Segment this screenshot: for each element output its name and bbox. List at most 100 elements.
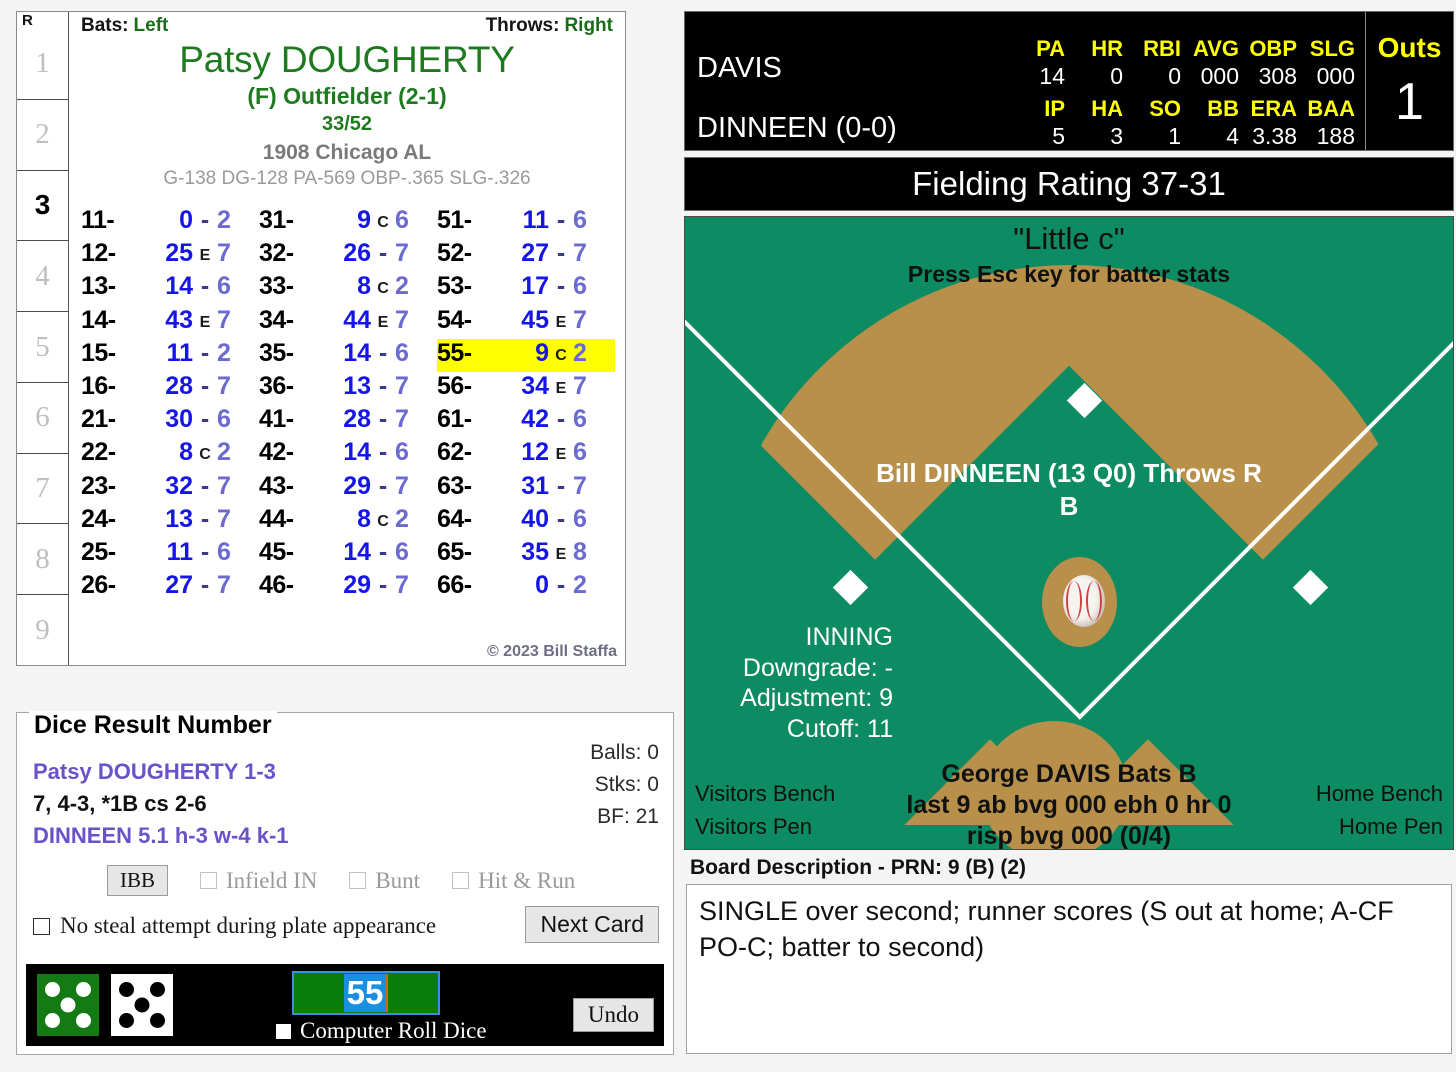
hit-and-run-label: Hit & Run <box>478 867 576 893</box>
green-die[interactable] <box>37 974 99 1036</box>
computer-roll-checkbox[interactable] <box>276 1023 291 1039</box>
roll-value-input[interactable]: 55 <box>292 971 440 1015</box>
visitors-bench-link[interactable]: Visitors Bench <box>695 777 835 810</box>
no-steal-checkbox[interactable] <box>33 917 50 935</box>
dice-result-flag: E <box>377 313 389 331</box>
cutoff-value: Cutoff: 11 <box>786 714 893 743</box>
dice-result-flag: C <box>377 280 389 298</box>
inning-cell-9[interactable]: 9 <box>17 595 68 665</box>
dice-result-number: 13 <box>165 504 193 533</box>
dice-result-fielder: 7 <box>395 371 409 400</box>
batter-stat-col: HR 0 <box>1069 36 1127 90</box>
computer-roll-checkbox-wrap[interactable]: Computer Roll Dice <box>276 1018 487 1044</box>
dice-result-flag: - <box>200 338 210 367</box>
die-pip <box>119 1013 134 1028</box>
inning-cell-7[interactable]: 7 <box>17 454 68 525</box>
inning-cell-3[interactable]: 3 <box>17 171 68 242</box>
dice-result-flag: - <box>200 571 210 600</box>
batter-stat-value: 000 <box>1200 63 1239 89</box>
inning-cell-4[interactable]: 4 <box>17 241 68 313</box>
dice-result-flag: - <box>378 239 388 268</box>
batter-stat-col: PA 14 <box>1011 36 1069 90</box>
next-card-button[interactable]: Next Card <box>525 906 659 943</box>
dice-result-number: 29 <box>343 571 371 600</box>
outs-panel: Outs 1 <box>1365 12 1453 150</box>
dice-roll-key: 43- <box>259 471 294 500</box>
batter-stat-header: AVG <box>1192 36 1239 61</box>
dice-result-number: 14 <box>343 537 371 566</box>
bats-group: Bats: Left <box>81 15 168 37</box>
dice-result-number: 29 <box>343 471 371 500</box>
bats-label: Bats: <box>81 15 129 36</box>
dice-result-flag: E <box>199 313 211 331</box>
throws-label: Throws: <box>485 15 560 36</box>
dice-result-fielder: 7 <box>395 305 409 334</box>
dice-result-flag: - <box>378 471 388 500</box>
die-pip <box>150 982 165 997</box>
baseball-field-diagram[interactable]: "Little c" Press Esc key for batter stat… <box>684 216 1454 850</box>
dice-result-fielder: 2 <box>395 504 409 533</box>
dice-roll-key: 14- <box>81 305 116 334</box>
dice-result-row: 16- 28-7 <box>81 372 259 405</box>
infield-in-checkbox[interactable] <box>200 872 218 889</box>
dice-roll-key: 64- <box>437 504 472 533</box>
dice-result-legend: Dice Result Number <box>29 711 277 740</box>
inning-cell-5[interactable]: 5 <box>17 312 68 383</box>
dice-result-number: 13 <box>343 371 371 400</box>
dice-roll-key: 46- <box>259 571 294 600</box>
no-steal-checkbox-wrap[interactable]: No steal attempt during plate appearance <box>33 913 436 939</box>
pitcher-stat-header: ERA <box>1250 96 1297 121</box>
home-pen-link[interactable]: Home Pen <box>1316 810 1443 843</box>
dice-result-row: 55- 9 C 2 <box>437 338 615 372</box>
player-card-panel: R 1 2 3 4 5 6 7 8 9 Bats: Left Throws: Rig… <box>16 11 626 666</box>
home-bench-link[interactable]: Home Bench <box>1316 777 1443 810</box>
downgrade-value: Downgrade: - <box>742 653 893 682</box>
die-pip <box>76 1013 91 1028</box>
bunt-checkbox[interactable] <box>349 872 367 889</box>
player-stat-line: G-138 DG-128 PA-569 OBP-.365 SLG-.326 <box>163 168 531 189</box>
die-pip <box>134 997 150 1013</box>
batter-stat-header: RBI <box>1143 36 1181 61</box>
pitcher-info-line2: B <box>1059 490 1079 521</box>
dice-roll-key: 35- <box>259 338 294 367</box>
pitcher-stat-col: BB 4 <box>1185 96 1243 150</box>
pitcher-stat-header: BAA <box>1307 96 1355 121</box>
player-ratio: 33/52 <box>321 113 373 135</box>
throws-group: Throws: Right <box>486 15 613 37</box>
dice-result-fielder: 7 <box>573 239 587 268</box>
dice-result-fielder: 7 <box>217 471 231 500</box>
dice-result-fielder: 7 <box>395 471 409 500</box>
hit-and-run-checkbox[interactable] <box>452 872 470 889</box>
inning-cell-8[interactable]: 8 <box>17 524 68 596</box>
inning-cell-1[interactable]: 1 <box>17 29 68 100</box>
pitcher-stat-value: 1 <box>1168 123 1181 149</box>
dice-roll-key: 33- <box>259 272 294 301</box>
batter-stat-col: RBI 0 <box>1127 36 1185 90</box>
visitors-pen-link[interactable]: Visitors Pen <box>695 810 835 843</box>
board-description-box: SINGLE over second; runner scores (S out… <box>686 884 1452 1054</box>
batter-stat-value: 14 <box>1039 63 1065 89</box>
dice-result-fielder: 7 <box>217 371 231 400</box>
dice-roll-key: 45- <box>259 537 294 566</box>
home-links: Home Bench Home Pen <box>1316 777 1443 843</box>
copyright-text: © 2023 Bill Staffa <box>486 643 617 660</box>
hit-and-run-checkbox-wrap[interactable]: Hit & Run <box>452 868 575 894</box>
ibb-button[interactable]: IBB <box>107 865 169 896</box>
inning-cell-2[interactable]: 2 <box>17 100 68 171</box>
bunt-checkbox-wrap[interactable]: Bunt <box>349 868 420 894</box>
dice-result-number: 8 <box>357 504 371 533</box>
dice-result-number: 8 <box>179 438 193 467</box>
dice-result-row: 65- 35 E 8 <box>437 538 615 571</box>
dice-result-flag: - <box>378 371 388 400</box>
batter-stat-header: SLG <box>1309 36 1355 61</box>
die-pip <box>45 1013 60 1028</box>
dice-result-flag: E <box>555 313 567 331</box>
dice-result-row: 42- 14-6 <box>259 438 437 471</box>
undo-button[interactable]: Undo <box>572 998 654 1032</box>
dice-result-flag: - <box>200 371 210 400</box>
dice-result-flag: - <box>200 504 210 533</box>
infield-in-checkbox-wrap[interactable]: Infield IN <box>200 868 317 894</box>
dice-result-fielder: 6 <box>573 206 587 234</box>
white-die[interactable] <box>111 974 173 1036</box>
inning-cell-6[interactable]: 6 <box>17 383 68 454</box>
